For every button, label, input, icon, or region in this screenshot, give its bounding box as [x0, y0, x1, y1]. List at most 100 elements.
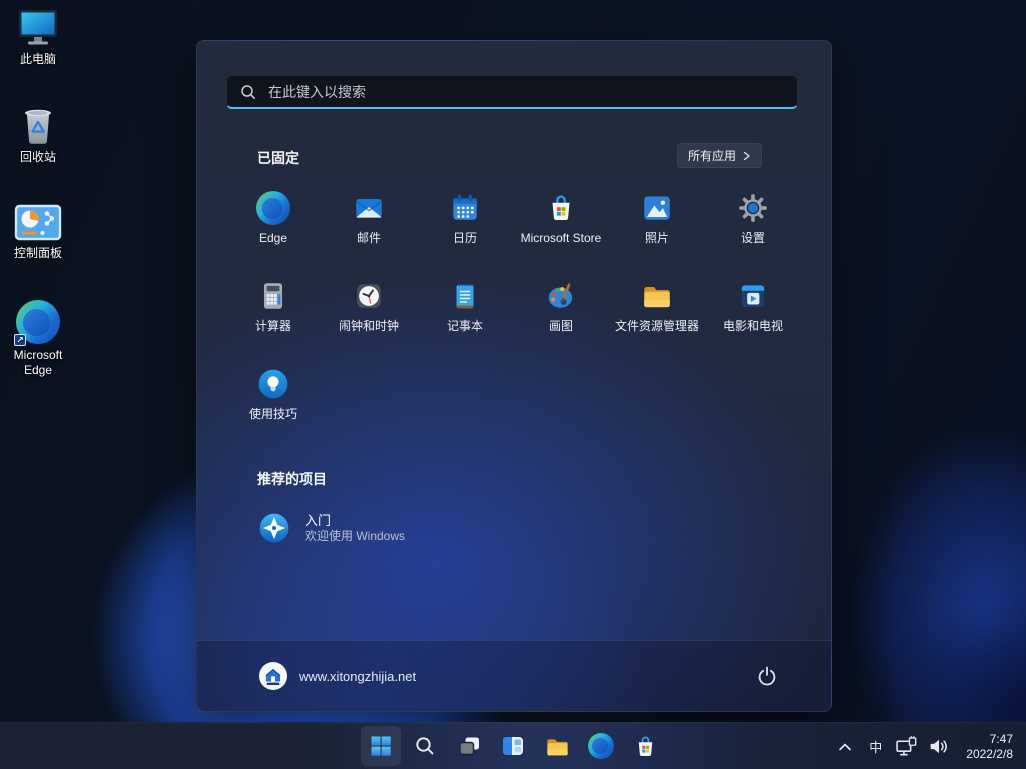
tray-date: 2022/2/8 [966, 747, 1013, 762]
edge-icon [256, 191, 290, 225]
all-apps-label: 所有应用 [688, 147, 736, 164]
recommended-section-header: 推荐的项目 [257, 469, 327, 489]
pinned-tile-alarms-clock[interactable]: 闹钟和时钟 [321, 269, 417, 357]
recommended-item-get-started[interactable]: 入门 欢迎使用 Windows [245, 503, 565, 553]
calculator-icon [256, 279, 290, 313]
tile-label: 使用技巧 [249, 407, 297, 421]
pinned-tile-microsoft-store[interactable]: Microsoft Store [513, 181, 609, 269]
calendar-icon [448, 191, 482, 225]
taskbar-clock[interactable]: 7:47 2022/2/8 [966, 732, 1013, 762]
all-apps-button[interactable]: 所有应用 [677, 143, 762, 168]
store-icon [544, 191, 578, 225]
taskbar: 中 7:47 2022/2/8 [0, 722, 1026, 769]
edge-icon [588, 733, 614, 759]
widgets-button[interactable] [493, 726, 533, 766]
desktop-icon-label: 控制面板 [14, 246, 62, 261]
windows-start-icon [369, 734, 393, 758]
pinned-tile-paint[interactable]: 画图 [513, 269, 609, 357]
recommended-item-subtitle: 欢迎使用 Windows [305, 529, 405, 544]
pinned-tile-mail[interactable]: 邮件 [321, 181, 417, 269]
get-started-icon [257, 511, 291, 545]
search-input[interactable] [266, 83, 784, 101]
pinned-section-header: 已固定 [257, 148, 299, 168]
search-icon [414, 735, 436, 757]
tile-label: 设置 [741, 231, 765, 245]
tile-label: 画图 [549, 319, 573, 333]
quick-settings-button[interactable] [895, 735, 950, 758]
mail-icon [352, 191, 386, 225]
pinned-tile-photos[interactable]: 照片 [609, 181, 705, 269]
settings-icon [736, 191, 770, 225]
user-account-button[interactable]: www.xitongzhijia.net [259, 662, 416, 690]
taskbar-store-button[interactable] [625, 726, 665, 766]
desktop-icon-recycle-bin[interactable]: 回收站 [0, 102, 76, 165]
alarm-clock-icon [352, 279, 386, 313]
pinned-tile-movies-tv[interactable]: 电影和电视 [705, 269, 801, 357]
tile-label: Microsoft Store [521, 231, 602, 245]
desktop-icon-control-panel[interactable]: 控制面板 [0, 204, 76, 261]
control-panel-icon [14, 204, 62, 242]
desktop: 此电脑 回收站 控制面板 ↗ Microsoft Edge [0, 0, 1026, 769]
tile-label: 邮件 [357, 231, 381, 245]
start-menu-footer: www.xitongzhijia.net [197, 640, 831, 711]
pinned-tile-notepad[interactable]: 记事本 [417, 269, 513, 357]
task-view-button[interactable] [449, 726, 489, 766]
power-button[interactable] [747, 656, 787, 696]
desktop-icon-label: 此电脑 [20, 52, 56, 67]
tile-label: 计算器 [255, 319, 291, 333]
tile-label: Edge [259, 231, 287, 245]
start-button[interactable] [361, 726, 401, 766]
store-icon [632, 733, 659, 760]
start-search-box[interactable] [226, 75, 798, 109]
desktop-icon-label: 回收站 [20, 150, 56, 165]
tray-time: 7:47 [990, 732, 1013, 747]
pinned-tile-calculator[interactable]: 计算器 [225, 269, 321, 357]
tile-label: 电影和电视 [723, 319, 783, 333]
task-view-icon [457, 734, 482, 759]
volume-icon [927, 735, 950, 758]
pinned-tile-tips[interactable]: 使用技巧 [225, 357, 321, 445]
desktop-icon-label: Microsoft Edge [0, 348, 76, 378]
taskbar-tray: 中 7:47 2022/2/8 [834, 723, 1026, 769]
taskbar-edge-button[interactable] [581, 726, 621, 766]
tray-overflow-button[interactable] [834, 736, 856, 758]
paint-icon [544, 279, 578, 313]
this-pc-icon [16, 8, 60, 48]
pinned-tile-settings[interactable]: 设置 [705, 181, 801, 269]
pinned-tile-file-explorer[interactable]: 文件资源管理器 [609, 269, 705, 357]
recycle-bin-icon [19, 102, 57, 146]
taskbar-center-buttons [361, 726, 665, 766]
search-icon [240, 84, 256, 100]
desktop-icon-microsoft-edge[interactable]: ↗ Microsoft Edge [0, 300, 76, 378]
power-icon [755, 664, 779, 688]
pinned-tile-calendar[interactable]: 日历 [417, 181, 513, 269]
tile-label: 闹钟和时钟 [339, 319, 399, 333]
file-explorer-icon [544, 733, 571, 760]
tile-label: 日历 [453, 231, 477, 245]
xitongzhijia-logo [259, 662, 287, 690]
tile-label: 照片 [645, 231, 669, 245]
photos-icon [640, 191, 674, 225]
recommended-item-title: 入门 [305, 512, 405, 529]
chevron-up-icon [834, 736, 856, 758]
file-explorer-icon [640, 279, 674, 313]
pinned-tile-edge[interactable]: Edge [225, 181, 321, 269]
tile-label: 文件资源管理器 [615, 319, 699, 333]
wallpaper-bloom-dark [815, 320, 1026, 769]
tile-label: 记事本 [447, 319, 483, 333]
user-site-label: www.xitongzhijia.net [299, 669, 416, 684]
wired-network-icon [895, 735, 918, 758]
edge-icon: ↗ [16, 300, 60, 344]
taskbar-search-button[interactable] [405, 726, 445, 766]
tips-icon [256, 367, 290, 401]
input-method-indicator[interactable]: 中 [869, 737, 882, 756]
chevron-right-icon [743, 151, 751, 161]
desktop-icon-this-pc[interactable]: 此电脑 [0, 8, 76, 67]
widgets-icon [500, 733, 526, 759]
taskbar-file-explorer-button[interactable] [537, 726, 577, 766]
pinned-apps-grid: Edge 邮件 [225, 181, 805, 445]
shortcut-arrow-icon: ↗ [14, 334, 26, 346]
start-menu: 已固定 所有应用 Edge 邮件 [196, 40, 832, 712]
notepad-icon [448, 279, 482, 313]
movies-tv-icon [736, 279, 770, 313]
